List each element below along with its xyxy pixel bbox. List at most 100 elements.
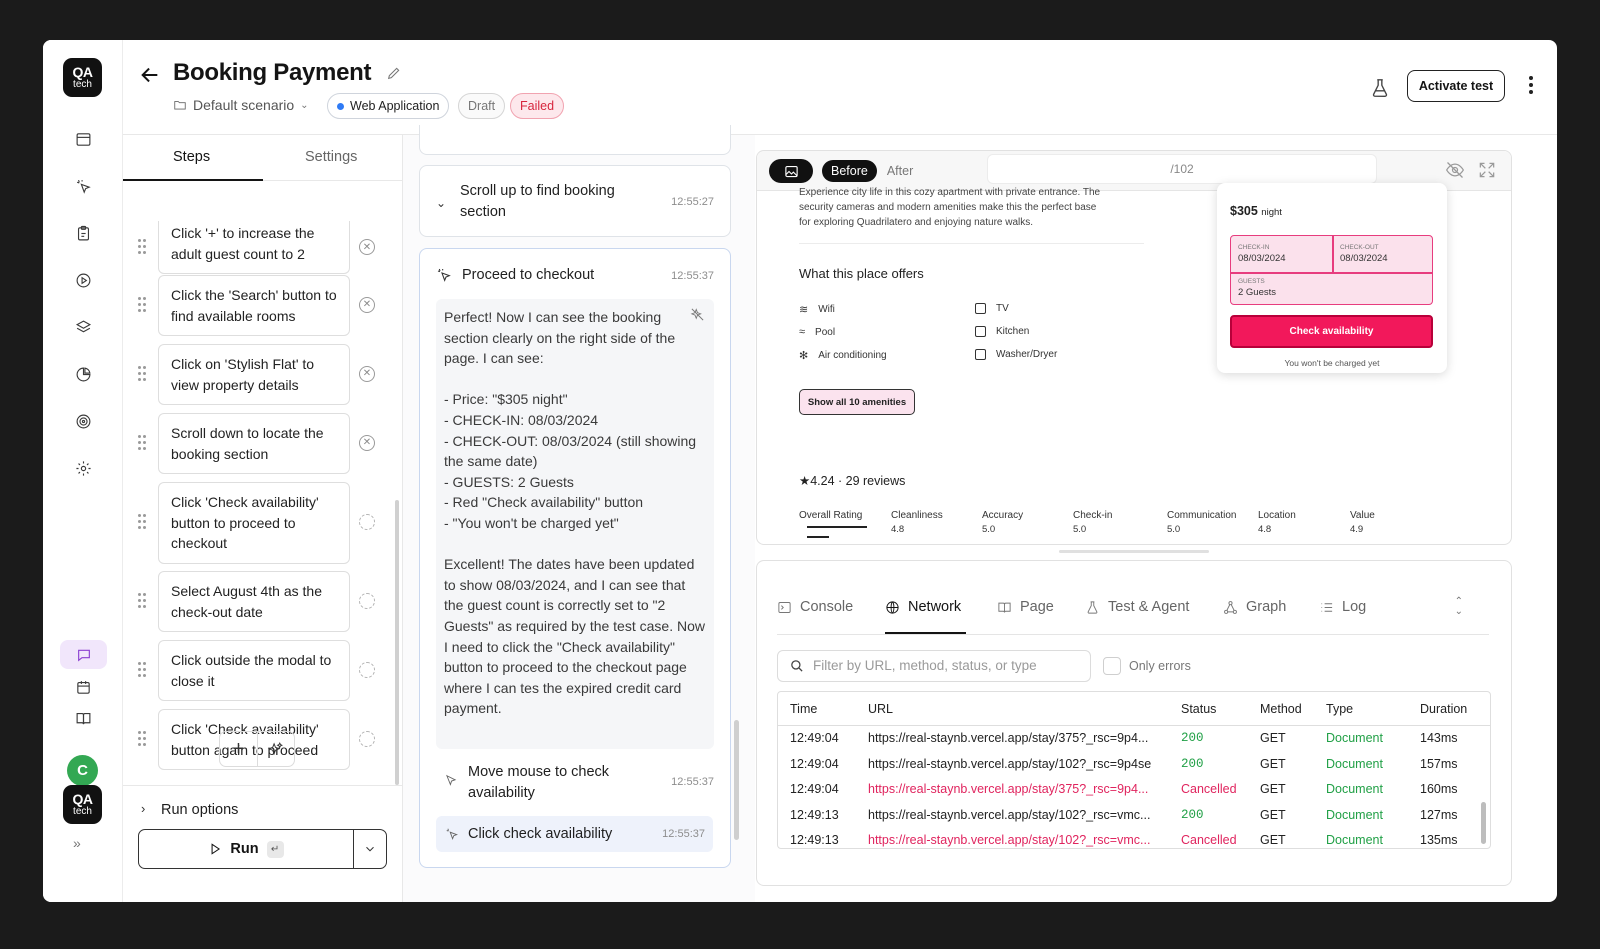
booking-fields: CHECK-IN 08/03/2024 CHECK-OUT 08/03/2024 G… (1230, 235, 1433, 305)
tab-network[interactable]: Network (885, 599, 961, 615)
sparkle-off-icon[interactable] (690, 307, 705, 322)
step-card[interactable]: Scroll down to locate the booking sectio… (158, 413, 350, 474)
add-step-button[interactable]: + (220, 732, 257, 766)
tab-steps[interactable]: Steps (173, 149, 210, 165)
pencil-icon[interactable] (386, 65, 402, 81)
before-tab[interactable]: Before (822, 160, 877, 182)
browser-icon[interactable] (71, 127, 95, 151)
substep-time: 12:55:37 (671, 776, 714, 788)
drag-handle-icon[interactable] (138, 365, 148, 382)
only-errors-toggle[interactable]: Only errors (1103, 657, 1191, 675)
rating-bar (807, 536, 829, 538)
cursor-click-icon[interactable] (71, 174, 95, 198)
drag-handle-icon[interactable] (138, 730, 148, 747)
amenity-pool: ≈ Pool (799, 326, 835, 338)
table-row[interactable]: 12:49:04 https://real-staynb.vercel.app/s… (778, 777, 1490, 803)
tab-page[interactable]: Page (997, 599, 1054, 615)
network-filter-input[interactable]: Filter by URL, method, status, or type (777, 650, 1091, 682)
table-row[interactable]: 12:49:13 https://real-staynb.vercel.app/s… (778, 803, 1490, 829)
table-row[interactable]: 12:49:04 https://real-staynb.vercel.app/s… (778, 726, 1490, 752)
step-card[interactable]: Click '+' to increase the adult guest co… (158, 221, 350, 274)
col-url[interactable]: URL (868, 702, 893, 716)
scenario-selector[interactable]: Default scenario ⌄ (173, 97, 309, 113)
flask-icon[interactable] (1369, 76, 1391, 100)
target-icon[interactable] (71, 409, 95, 433)
avatar[interactable]: C (67, 755, 98, 786)
chat-button[interactable] (60, 640, 107, 669)
cell-url: https://real-staynb.vercel.app/stay/102?… (868, 833, 1151, 847)
only-errors-checkbox[interactable] (1103, 657, 1121, 675)
cell-status: 200 (1181, 807, 1204, 822)
drag-handle-icon[interactable] (138, 513, 148, 530)
platform-badge-label: Web Application (350, 99, 440, 113)
folder-icon (174, 101, 186, 110)
tab-graph[interactable]: Graph (1223, 599, 1286, 615)
cell-duration: 157ms (1420, 756, 1458, 771)
tab-console[interactable]: Console (777, 599, 853, 615)
tab-test-agent[interactable]: Test & Agent (1085, 599, 1189, 615)
substep-active[interactable]: Click check availability 12:55:37 (436, 816, 713, 852)
log-card-title: Proceed to checkout (462, 267, 595, 283)
after-tab[interactable]: After (877, 160, 923, 182)
more-options-icon[interactable] (1527, 76, 1535, 96)
step-card[interactable]: Click on 'Stylish Flat' to view property… (158, 344, 350, 405)
book-icon[interactable] (71, 706, 95, 730)
pie-chart-icon[interactable] (71, 362, 95, 386)
amenity-kitchen: Kitchen (975, 326, 1029, 337)
checkin-label: CHECK-IN (1238, 244, 1270, 251)
cell-time: 12:49:13 (790, 807, 839, 822)
play-circle-icon[interactable] (71, 268, 95, 292)
drag-handle-icon[interactable] (138, 296, 148, 313)
cursor-click-icon (437, 268, 451, 282)
table-row[interactable]: 12:49:13 https://real-staynb.vercel.app/s… (778, 828, 1490, 848)
resize-handle[interactable] (1059, 550, 1209, 553)
col-time[interactable]: Time (790, 702, 817, 716)
drag-handle-icon[interactable] (138, 661, 148, 678)
image-view-toggle[interactable] (769, 159, 813, 183)
run-dropdown-button[interactable] (353, 830, 386, 868)
collapse-toggle-icon[interactable]: ⌃ ⌄ (1455, 597, 1463, 617)
page-header: Booking Payment Default scenario ⌄ Web A… (123, 40, 1557, 135)
drag-handle-icon[interactable] (138, 434, 148, 451)
col-duration[interactable]: Duration (1420, 702, 1467, 716)
checkout-field: CHECK-OUT 08/03/2024 (1340, 244, 1388, 264)
booking-widget: $305 night CHECK-IN 08/03/2024 CHECK-OUT 0… (1217, 183, 1447, 373)
step-card[interactable]: Click the 'Search' button to find availa… (158, 275, 350, 336)
activate-test-button[interactable]: Activate test (1407, 70, 1505, 102)
cell-status: 200 (1181, 756, 1204, 771)
drag-handle-icon[interactable] (138, 239, 148, 255)
tab-settings[interactable]: Settings (305, 149, 357, 165)
step-card[interactable]: Click 'Check availability' button to pro… (158, 482, 350, 564)
clipboard-icon[interactable] (71, 221, 95, 245)
rating-category-label: Accuracy (982, 510, 1024, 521)
devtools-tabs: Console Network Page Test & Agent Graph … (777, 561, 1489, 635)
run-options-toggle[interactable]: › Run options (123, 785, 403, 825)
table-row[interactable]: 12:49:04 https://real-staynb.vercel.app/s… (778, 752, 1490, 778)
logo[interactable]: QA tech (63, 58, 102, 97)
tab-log[interactable]: Log (1319, 599, 1366, 615)
col-method[interactable]: Method (1260, 702, 1302, 716)
eye-off-icon[interactable] (1445, 160, 1465, 180)
calendar-icon[interactable] (71, 675, 95, 699)
steps-scrollbar[interactable] (395, 500, 399, 785)
fullscreen-icon[interactable] (1477, 160, 1497, 180)
cell-url: https://real-staynb.vercel.app/stay/375?… (868, 731, 1149, 745)
col-type[interactable]: Type (1326, 702, 1353, 716)
guests-label: GUESTS (1238, 278, 1265, 285)
layers-icon[interactable] (71, 315, 95, 339)
ai-generate-button[interactable] (256, 732, 294, 766)
expand-sidebar-icon[interactable]: » (73, 835, 81, 851)
log-card-scroll[interactable]: ⌄ Scroll up to find booking section 12:5… (419, 165, 731, 237)
step-card[interactable]: Select August 4th as the check-out date (158, 571, 350, 632)
org-logo[interactable]: QA tech (63, 785, 102, 824)
drag-handle-icon[interactable] (138, 592, 148, 609)
run-button[interactable]: Run ↵ (139, 830, 353, 868)
step-card[interactable]: Click outside the modal to close it (158, 640, 350, 701)
cell-status: Cancelled (1181, 782, 1237, 796)
log-card-checkout[interactable]: Proceed to checkout 12:55:37 Perfect! No… (419, 248, 731, 868)
network-scrollbar[interactable] (1481, 802, 1486, 844)
back-arrow-icon[interactable] (139, 64, 161, 86)
log-scrollbar[interactable] (734, 720, 739, 840)
col-status[interactable]: Status (1181, 702, 1216, 716)
gear-icon[interactable] (71, 456, 95, 480)
